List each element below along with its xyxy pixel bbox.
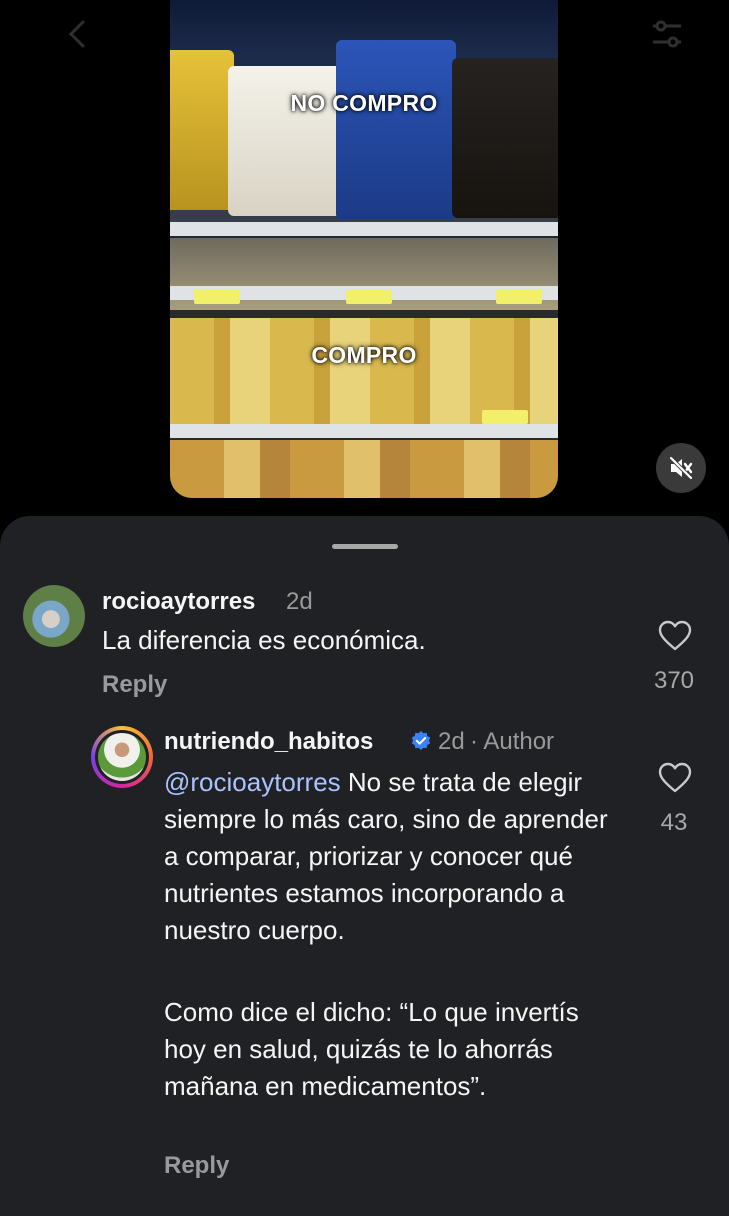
chevron-left-icon[interactable] <box>58 14 98 54</box>
comment-time: 2d <box>286 588 313 615</box>
mention-link[interactable]: @rocioaytorres <box>164 767 341 797</box>
comment-text: La diferencia es económica. <box>102 625 426 655</box>
reply-button[interactable]: Reply <box>164 1152 229 1180</box>
comments-sheet: rocioaytorres 2d La diferencia es económ… <box>0 516 729 1216</box>
reply-text-quote: Como dice el dicho: “Lo que invertís hoy… <box>164 997 579 1101</box>
video-area[interactable]: NO COMPRO COMPRO <box>0 0 729 520</box>
heart-outline-icon[interactable] <box>658 620 692 652</box>
drag-handle[interactable] <box>332 544 398 549</box>
heart-outline-icon[interactable] <box>658 762 692 794</box>
avatar[interactable] <box>23 585 85 647</box>
reply-username[interactable]: nutriendo_habitos <box>164 728 373 756</box>
verified-badge-icon <box>411 731 431 750</box>
sliders-icon[interactable] <box>647 14 687 54</box>
like-count: 370 <box>653 667 695 694</box>
comment-username[interactable]: rocioaytorres <box>102 588 255 616</box>
author-tag: · Author <box>470 728 555 755</box>
reply-button[interactable]: Reply <box>102 671 167 699</box>
reply-text: @rocioaytorres No se trata de elegir sie… <box>164 764 624 949</box>
avatar[interactable] <box>91 726 153 788</box>
mute-button[interactable] <box>656 443 706 493</box>
speaker-muted-icon <box>669 456 693 480</box>
overlay-no-compro: NO COMPRO <box>290 90 438 116</box>
video-player[interactable]: NO COMPRO COMPRO <box>170 0 558 498</box>
overlay-compro: COMPRO <box>311 342 417 368</box>
like-count: 43 <box>660 809 688 836</box>
reply-time: 2d <box>438 728 465 755</box>
shelf-bottom-image <box>170 440 558 498</box>
